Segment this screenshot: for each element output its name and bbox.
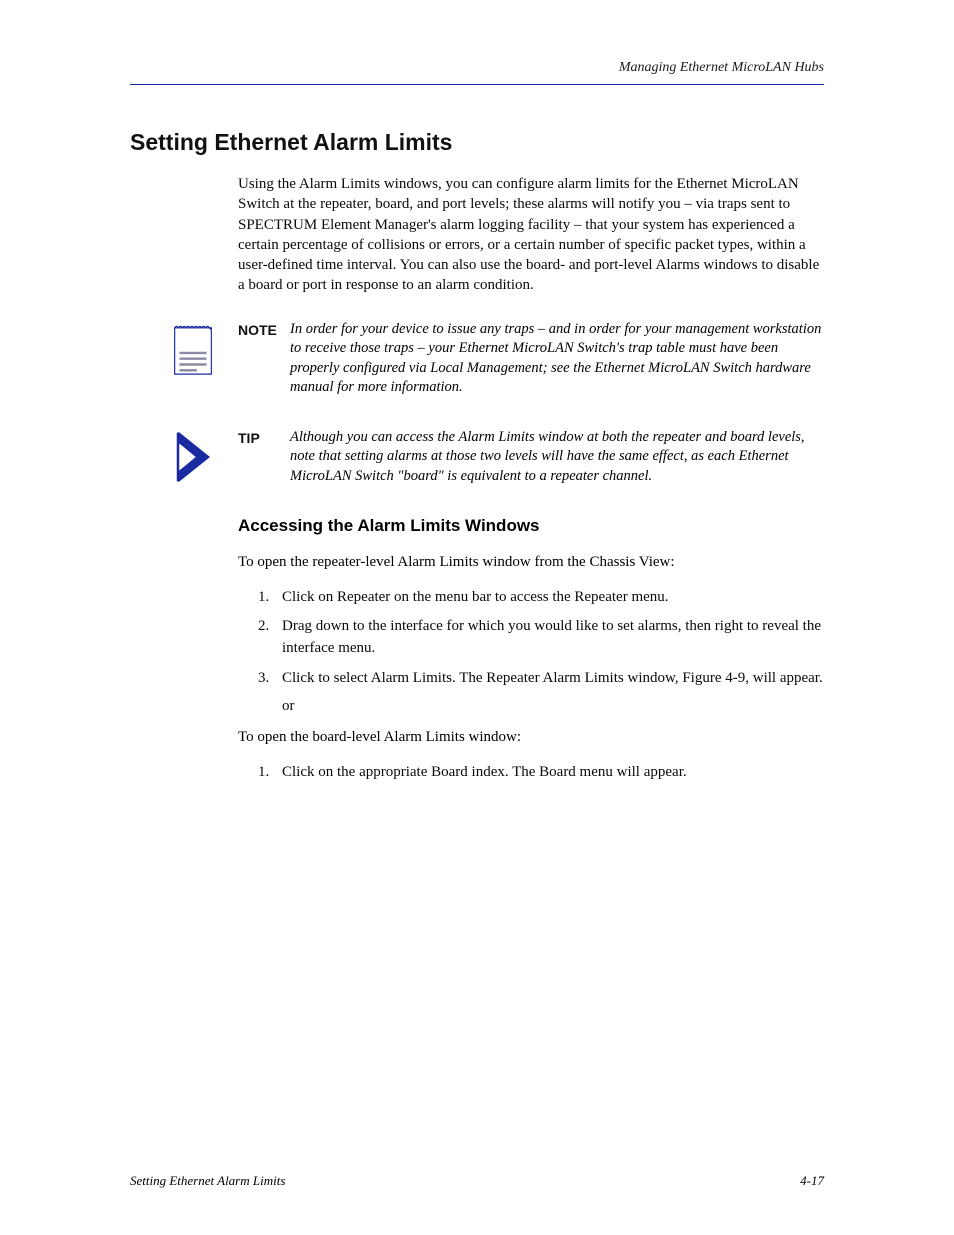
step-number: 1. (258, 762, 282, 784)
tip-text: Although you can access the Alarm Limits… (290, 428, 824, 487)
boards-intro: To open the board-level Alarm Limits win… (238, 727, 824, 747)
tip-callout: TIP Although you can access the Alarm Li… (130, 428, 824, 487)
tip-label: TIP (238, 428, 290, 446)
footer-left-text: Setting Ethernet Alarm Limits (130, 1173, 285, 1189)
step-number: 1. (258, 587, 282, 609)
step-number: 2. (258, 616, 282, 660)
note-callout: NOTE In order for your device to issue a… (130, 320, 824, 398)
steps-intro: To open the repeater-level Alarm Limits … (238, 552, 824, 572)
sub-section-title: Accessing the Alarm Limits Windows (238, 516, 824, 536)
note-label: NOTE (238, 320, 290, 338)
note-text: In order for your device to issue any tr… (290, 320, 824, 398)
header-right-text: Managing Ethernet MicroLAN Hubs (619, 60, 824, 76)
footer-page-number: 4-17 (800, 1173, 824, 1189)
intro-paragraph: Using the Alarm Limits windows, you can … (238, 174, 824, 296)
tip-arrow-icon (168, 428, 218, 484)
notepad-icon (168, 320, 218, 378)
step-number: 3. (258, 668, 282, 690)
step-separator: or (282, 696, 824, 718)
step-text: Click on Repeater on the menu bar to acc… (282, 587, 824, 609)
step-text: Click on the appropriate Board index. Th… (282, 762, 824, 784)
page-footer: Setting Ethernet Alarm Limits 4-17 (130, 1173, 824, 1189)
page-header: Managing Ethernet MicroLAN Hubs (130, 60, 824, 85)
step-text: Drag down to the interface for which you… (282, 616, 824, 660)
section-title: Setting Ethernet Alarm Limits (130, 129, 824, 156)
step-text: Click to select Alarm Limits. The Repeat… (282, 668, 824, 690)
